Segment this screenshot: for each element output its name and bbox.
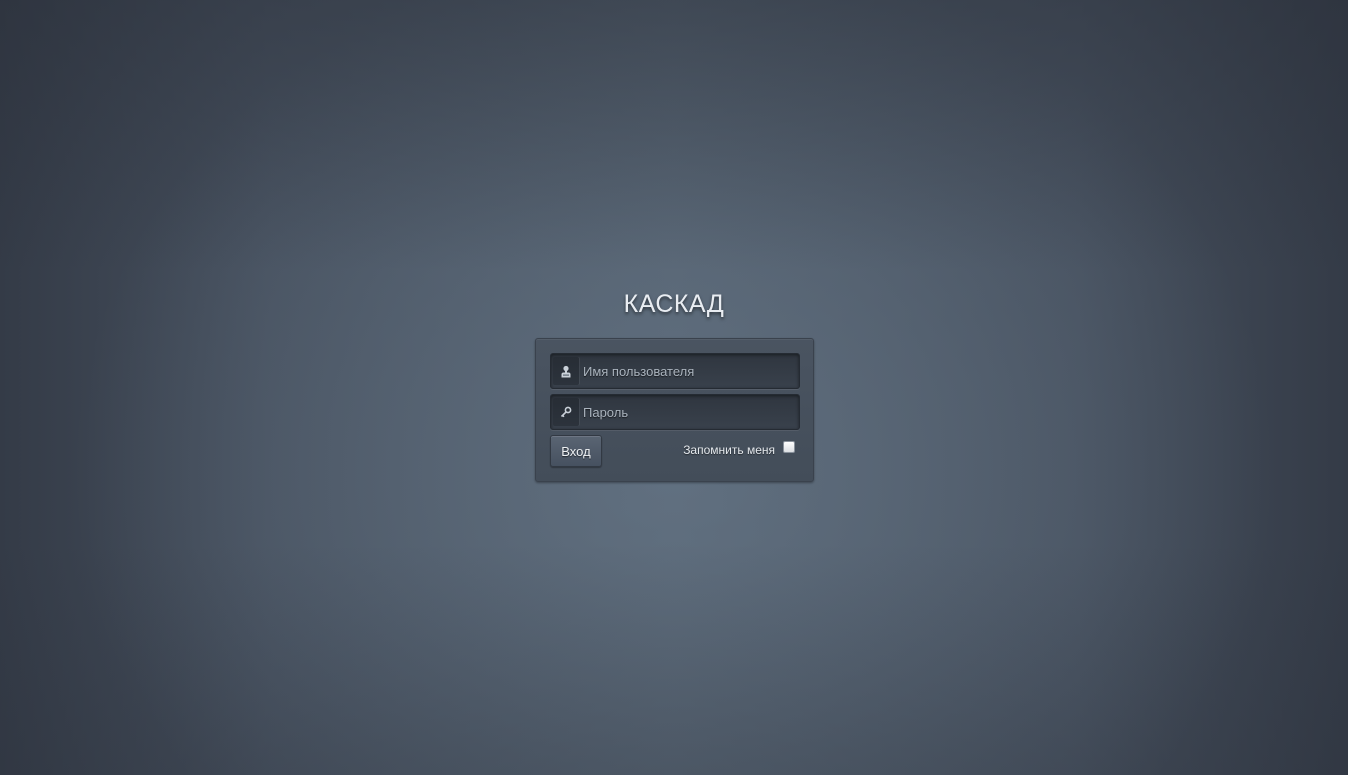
login-button[interactable]: Вход bbox=[550, 435, 602, 467]
remember-me-label: Запомнить меня bbox=[683, 443, 775, 457]
password-field[interactable] bbox=[550, 394, 800, 430]
username-field[interactable] bbox=[550, 353, 800, 389]
user-icon bbox=[553, 357, 579, 385]
username-input[interactable] bbox=[583, 354, 795, 388]
app-title: КАСКАД bbox=[623, 290, 725, 318]
password-input[interactable] bbox=[583, 395, 795, 429]
login-panel: Вход Запомнить меня bbox=[535, 338, 814, 482]
key-icon bbox=[553, 398, 579, 426]
remember-me-checkbox[interactable] bbox=[783, 441, 795, 453]
